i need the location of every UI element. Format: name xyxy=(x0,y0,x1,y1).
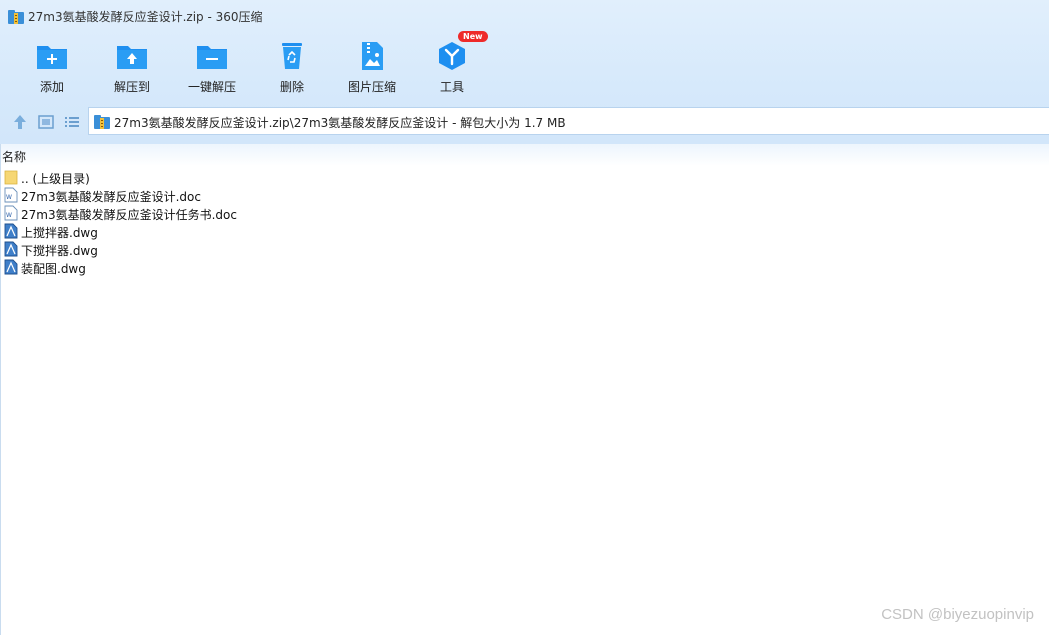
zip-archive-icon xyxy=(8,9,24,28)
image-compress-button-label: 图片压缩 xyxy=(347,80,396,94)
list-item-parent-dir[interactable]: .. (上级目录) xyxy=(0,168,600,186)
image-compress-button[interactable]: 图片压缩 xyxy=(332,36,412,98)
extract-to-button-label: 解压到 xyxy=(113,80,150,94)
add-button[interactable]: 添加 xyxy=(12,36,92,98)
tools-cube-icon xyxy=(435,40,469,72)
recycle-bin-icon xyxy=(275,40,309,72)
svg-text:W: W xyxy=(6,212,12,219)
address-path: 27m3氨基酸发酵反应釜设计.zip\27m3氨基酸发酵反应釜设计 - 解包大小… xyxy=(114,116,566,130)
delete-button[interactable]: 删除 xyxy=(252,36,332,98)
word-doc-icon: W xyxy=(4,187,18,203)
dwg-file-icon xyxy=(4,259,18,275)
one-click-extract-icon xyxy=(195,40,229,72)
file-name: 27m3氨基酸发酵反应釜设计.doc xyxy=(21,190,201,204)
toolbar: 添加 解压到 一键解压 删除 图片压缩 New 工具 xyxy=(0,31,1049,100)
file-name: 下搅拌器.dwg xyxy=(21,244,98,258)
window-title: 27m3氨基酸发酵反应釜设计.zip - 360压缩 xyxy=(28,10,263,24)
add-button-label: 添加 xyxy=(39,80,64,94)
list-view-icon[interactable] xyxy=(63,113,81,131)
tools-button-label: 工具 xyxy=(439,80,464,94)
tools-button[interactable]: New 工具 xyxy=(412,31,492,98)
list-item[interactable]: W 27m3氨基酸发酵反应釜设计.doc xyxy=(0,186,600,204)
address-row: 27m3氨基酸发酵反应釜设计.zip\27m3氨基酸发酵反应釜设计 - 解包大小… xyxy=(0,106,1049,138)
column-name-header[interactable]: 名称 xyxy=(2,148,26,165)
file-name: 27m3氨基酸发酵反应釜设计任务书.doc xyxy=(21,208,237,222)
image-compress-icon xyxy=(355,40,389,72)
file-name: 上搅拌器.dwg xyxy=(21,226,98,240)
extract-to-button[interactable]: 解压到 xyxy=(92,36,172,98)
list-item[interactable]: 下搅拌器.dwg xyxy=(0,240,600,258)
dwg-file-icon xyxy=(4,241,18,257)
folder-icon xyxy=(4,169,18,185)
list-item[interactable]: 上搅拌器.dwg xyxy=(0,222,600,240)
one-click-extract-button[interactable]: 一键解压 xyxy=(172,36,252,98)
extract-to-folder-icon xyxy=(115,40,149,72)
title-bar: 27m3氨基酸发酵反应釜设计.zip - 360压缩 xyxy=(0,0,1049,32)
svg-text:W: W xyxy=(6,194,12,201)
list-item[interactable]: 装配图.dwg xyxy=(0,258,600,276)
thumbnail-view-icon[interactable] xyxy=(37,113,55,131)
watermark: CSDN @biyezuopinvip xyxy=(881,606,1034,623)
add-folder-icon xyxy=(35,40,69,72)
window-header: 27m3氨基酸发酵反应釜设计.zip - 360压缩 添加 解压到 一键解压 删… xyxy=(0,0,1049,144)
up-arrow-icon[interactable] xyxy=(11,113,29,131)
address-bar[interactable]: 27m3氨基酸发酵反应釜设计.zip\27m3氨基酸发酵反应釜设计 - 解包大小… xyxy=(88,107,1049,135)
delete-button-label: 删除 xyxy=(279,80,304,94)
one-click-extract-button-label: 一键解压 xyxy=(187,80,236,94)
file-name: .. (上级目录) xyxy=(21,172,90,186)
file-name: 装配图.dwg xyxy=(21,262,86,276)
list-item[interactable]: W 27m3氨基酸发酵反应釜设计任务书.doc xyxy=(0,204,600,222)
dwg-file-icon xyxy=(4,223,18,239)
new-badge: New xyxy=(458,31,488,42)
word-doc-icon: W xyxy=(4,205,18,221)
zip-archive-icon xyxy=(94,114,110,133)
column-header: 名称 xyxy=(0,144,1049,166)
